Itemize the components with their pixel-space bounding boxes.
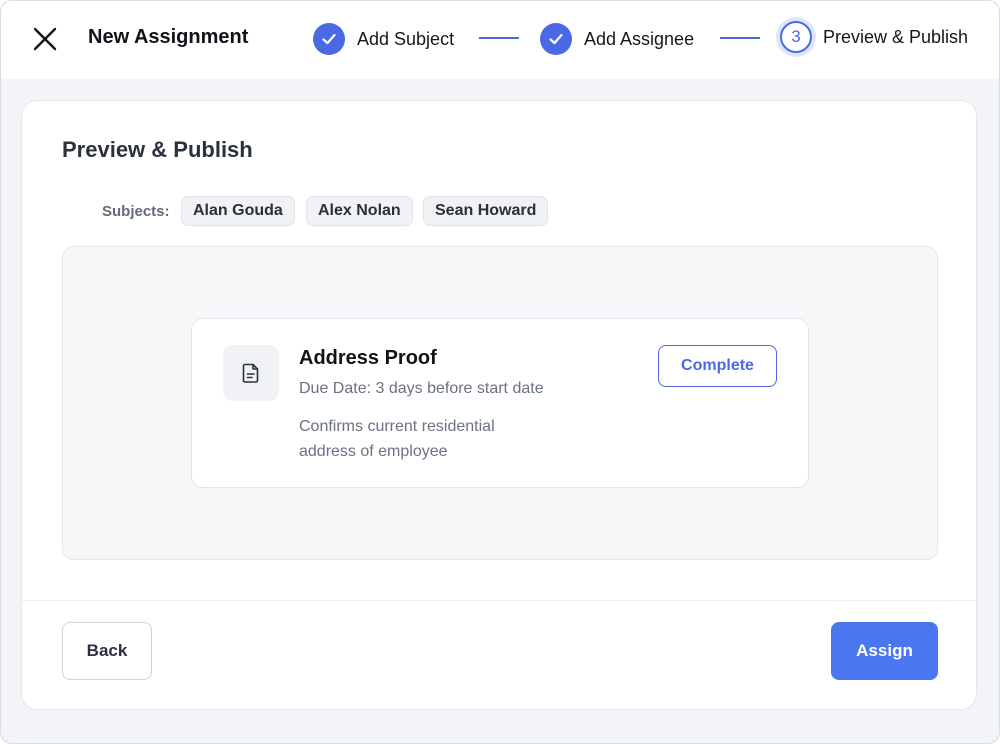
- step-label: Preview & Publish: [823, 26, 969, 47]
- footer-divider: [22, 600, 976, 601]
- section-title: Preview & Publish: [62, 137, 253, 162]
- step-current-ring: 3: [776, 17, 816, 57]
- subject-chip[interactable]: Sean Howard: [423, 196, 549, 226]
- close-button[interactable]: [31, 25, 59, 53]
- assignment-dialog: New Assignment Add Subject Add Assignee …: [0, 0, 1000, 744]
- document-due-date: Due Date: 3 days before start date: [299, 380, 544, 397]
- document-title: Address Proof: [299, 347, 437, 369]
- header: New Assignment Add Subject Add Assignee …: [1, 1, 999, 79]
- step-label: Add Assignee: [584, 28, 695, 49]
- assign-button[interactable]: Assign: [831, 622, 938, 680]
- subject-chip[interactable]: Alex Nolan: [306, 196, 413, 226]
- step-connector: [720, 37, 760, 39]
- close-icon: [33, 27, 57, 51]
- step-complete-circle: [540, 23, 572, 55]
- document-preview-area: Address Proof Due Date: 3 days before st…: [62, 246, 938, 560]
- document-card: Address Proof Due Date: 3 days before st…: [191, 318, 809, 488]
- page-title: New Assignment: [88, 26, 249, 48]
- document-icon: [242, 363, 259, 383]
- step-number: 3: [780, 21, 812, 53]
- subjects-label: Subjects:: [102, 203, 170, 220]
- check-icon: [549, 33, 563, 45]
- preview-card: Preview & Publish Subjects: Alan Gouda A…: [21, 100, 977, 710]
- step-add-subject[interactable]: Add Subject: [313, 21, 454, 57]
- step-connector: [479, 37, 519, 39]
- document-icon-container: [223, 345, 279, 401]
- step-preview-publish[interactable]: 3 Preview & Publish: [776, 17, 969, 57]
- check-icon: [322, 33, 336, 45]
- subject-chip[interactable]: Alan Gouda: [181, 196, 295, 226]
- step-add-assignee[interactable]: Add Assignee: [540, 21, 694, 57]
- back-button[interactable]: Back: [62, 622, 152, 680]
- document-description: Confirms current residential address of …: [299, 418, 495, 460]
- step-label: Add Subject: [357, 28, 455, 49]
- complete-button[interactable]: Complete: [658, 345, 777, 387]
- step-complete-circle: [313, 23, 345, 55]
